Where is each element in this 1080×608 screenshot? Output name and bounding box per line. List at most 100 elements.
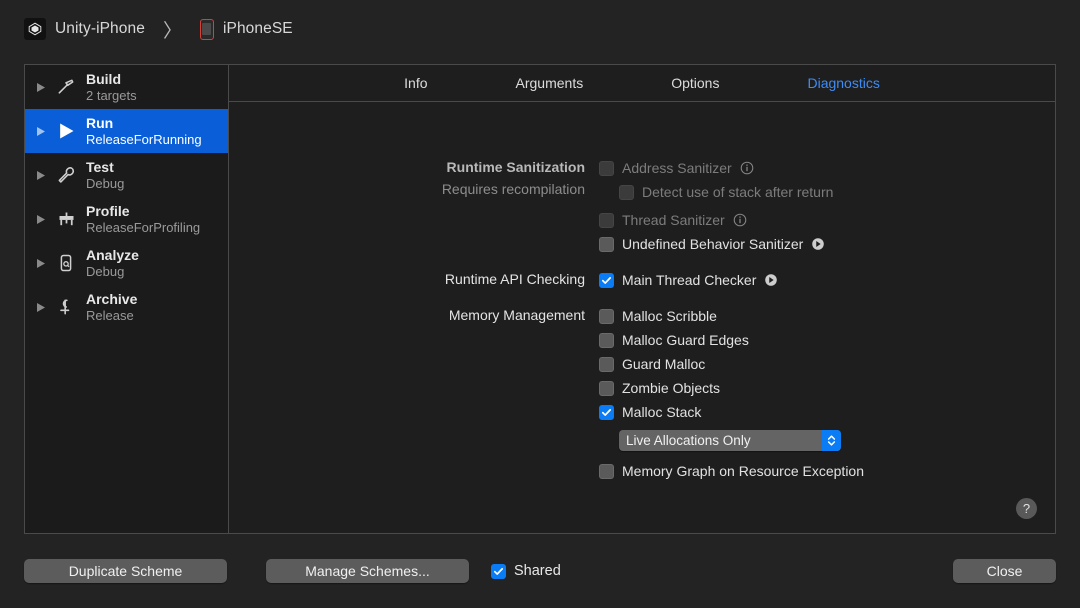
tab-info[interactable]: Info bbox=[360, 75, 471, 91]
sidebar-item-test[interactable]: Test Debug bbox=[25, 153, 228, 197]
scheme-actions-sidebar: Build 2 targets Run ReleaseForRunning bbox=[25, 65, 229, 533]
malloc-stack-mode-select[interactable]: Live Allocations Only bbox=[619, 430, 841, 451]
checkbox-row-main-thread-checker[interactable]: Main Thread Checker bbox=[599, 268, 1055, 292]
checkbox-label: Guard Malloc bbox=[622, 356, 705, 372]
checkbox-detect-stack-use-after-return[interactable] bbox=[619, 185, 634, 200]
checkbox-row-zombie-objects[interactable]: Zombie Objects bbox=[599, 376, 1055, 400]
checkbox-label: Malloc Stack bbox=[622, 404, 701, 420]
runtime-sanitization-row: Runtime Sanitization Requires recompilat… bbox=[229, 156, 1055, 256]
play-icon bbox=[53, 121, 79, 141]
section-gap bbox=[229, 256, 1055, 268]
checkbox-guard-malloc[interactable] bbox=[599, 357, 614, 372]
help-button[interactable]: ? bbox=[1016, 498, 1037, 519]
breadcrumb-separator-icon: 〉 bbox=[163, 16, 182, 43]
sidebar-item-analyze[interactable]: Analyze Debug bbox=[25, 241, 228, 285]
tab-arguments[interactable]: Arguments bbox=[472, 75, 628, 91]
checkbox-label: Memory Graph on Resource Exception bbox=[622, 463, 864, 479]
select-value: Live Allocations Only bbox=[626, 433, 751, 448]
memory-management-label: Memory Management bbox=[229, 304, 599, 326]
runtime-sanitization-label: Runtime Sanitization Requires recompilat… bbox=[229, 156, 599, 200]
checkbox-label: Malloc Guard Edges bbox=[622, 332, 749, 348]
checkbox-row-address-sanitizer[interactable]: Address Sanitizer bbox=[599, 156, 1055, 180]
archive-icon bbox=[53, 297, 79, 317]
runtime-api-checking-label: Runtime API Checking bbox=[229, 268, 599, 290]
checkbox-row-memory-graph-on-resource-exception[interactable]: Memory Graph on Resource Exception bbox=[599, 459, 1055, 483]
memory-management-row: Memory Management Malloc Scribble Malloc… bbox=[229, 304, 1055, 483]
disclosure-triangle-icon[interactable] bbox=[35, 215, 46, 224]
sidebar-item-title: Run bbox=[86, 115, 202, 132]
checkbox-memory-graph-on-resource-exception[interactable] bbox=[599, 464, 614, 479]
checkbox-malloc-stack[interactable] bbox=[599, 405, 614, 420]
breadcrumb-project-label[interactable]: Unity-iPhone bbox=[55, 20, 145, 38]
checkbox-main-thread-checker[interactable] bbox=[599, 273, 614, 288]
unity-logo-icon bbox=[24, 18, 46, 40]
sidebar-item-subtitle: Debug bbox=[86, 264, 139, 279]
sidebar-item-archive[interactable]: Archive Release bbox=[25, 285, 228, 329]
checkbox-row-malloc-stack[interactable]: Malloc Stack bbox=[599, 400, 1055, 424]
tab-bar: Info Arguments Options Diagnostics bbox=[229, 65, 1055, 102]
section-subtitle: Requires recompilation bbox=[229, 178, 585, 200]
checkbox-row-undefined-behavior-sanitizer[interactable]: Undefined Behavior Sanitizer bbox=[599, 232, 1055, 256]
checkbox-shared[interactable] bbox=[491, 564, 506, 579]
sidebar-item-subtitle: Debug bbox=[86, 176, 124, 191]
tab-options[interactable]: Options bbox=[627, 75, 763, 91]
sidebar-item-profile[interactable]: Profile ReleaseForProfiling bbox=[25, 197, 228, 241]
disclosure-triangle-icon[interactable] bbox=[35, 83, 46, 92]
section-gap bbox=[229, 292, 1055, 304]
sidebar-item-title: Build bbox=[86, 71, 137, 88]
chevron-updown-icon[interactable] bbox=[822, 430, 841, 451]
sidebar-item-run[interactable]: Run ReleaseForRunning bbox=[25, 109, 228, 153]
scheme-content-area: Info Arguments Options Diagnostics Runti… bbox=[229, 65, 1055, 533]
checkbox-malloc-guard-edges[interactable] bbox=[599, 333, 614, 348]
disclosure-triangle-icon[interactable] bbox=[35, 171, 46, 180]
checkbox-row-guard-malloc[interactable]: Guard Malloc bbox=[599, 352, 1055, 376]
close-button[interactable]: Close bbox=[953, 559, 1056, 583]
checkbox-malloc-scribble[interactable] bbox=[599, 309, 614, 324]
checkbox-label: Detect use of stack after return bbox=[642, 184, 833, 200]
disclosure-triangle-icon[interactable] bbox=[35, 127, 46, 136]
shared-checkbox-group[interactable]: Shared bbox=[491, 563, 561, 579]
sidebar-item-title: Profile bbox=[86, 203, 200, 220]
manage-schemes-button[interactable]: Manage Schemes... bbox=[266, 559, 469, 583]
disclosure-arrow-icon[interactable] bbox=[764, 273, 778, 287]
checkbox-label: Malloc Scribble bbox=[622, 308, 717, 324]
checkbox-row-thread-sanitizer[interactable]: Thread Sanitizer bbox=[599, 208, 1055, 232]
scheme-editor-panel: Build 2 targets Run ReleaseForRunning bbox=[24, 64, 1056, 534]
checkbox-address-sanitizer[interactable] bbox=[599, 161, 614, 176]
info-icon[interactable] bbox=[733, 213, 747, 227]
sidebar-item-subtitle: Release bbox=[86, 308, 137, 323]
runtime-sanitization-options: Address Sanitizer Detect use of stack af… bbox=[599, 156, 1055, 256]
info-icon[interactable] bbox=[740, 161, 754, 175]
breadcrumb-device-label[interactable]: iPhoneSE bbox=[223, 20, 293, 38]
checkbox-label: Address Sanitizer bbox=[622, 160, 732, 176]
checkbox-row-malloc-guard-edges[interactable]: Malloc Guard Edges bbox=[599, 328, 1055, 352]
iphone-device-icon bbox=[200, 19, 214, 40]
section-title: Runtime Sanitization bbox=[229, 156, 585, 178]
memory-management-options: Malloc Scribble Malloc Guard Edges Guard… bbox=[599, 304, 1055, 483]
checkbox-label: Zombie Objects bbox=[622, 380, 720, 396]
magnifier-icon bbox=[53, 253, 79, 273]
tab-diagnostics[interactable]: Diagnostics bbox=[763, 75, 923, 91]
checkbox-label: Main Thread Checker bbox=[622, 272, 756, 288]
hammer-icon bbox=[53, 77, 79, 97]
sidebar-item-subtitle: ReleaseForRunning bbox=[86, 132, 202, 147]
checkbox-undefined-behavior-sanitizer[interactable] bbox=[599, 237, 614, 252]
section-title: Memory Management bbox=[229, 304, 585, 326]
dialog-bottom-bar: Duplicate Scheme Manage Schemes... Share… bbox=[0, 534, 1080, 608]
section-title: Runtime API Checking bbox=[229, 268, 585, 290]
disclosure-arrow-icon[interactable] bbox=[811, 237, 825, 251]
sidebar-item-build[interactable]: Build 2 targets bbox=[25, 65, 228, 109]
sidebar-item-title: Analyze bbox=[86, 247, 139, 264]
runtime-api-checking-options: Main Thread Checker bbox=[599, 268, 1055, 292]
disclosure-triangle-icon[interactable] bbox=[35, 259, 46, 268]
checkbox-row-malloc-scribble[interactable]: Malloc Scribble bbox=[599, 304, 1055, 328]
sidebar-item-title: Archive bbox=[86, 291, 137, 308]
disclosure-triangle-icon[interactable] bbox=[35, 303, 46, 312]
checkbox-zombie-objects[interactable] bbox=[599, 381, 614, 396]
duplicate-scheme-button[interactable]: Duplicate Scheme bbox=[24, 559, 227, 583]
shared-label: Shared bbox=[514, 563, 561, 579]
wrench-icon bbox=[53, 165, 79, 185]
breadcrumb: Unity-iPhone 〉 iPhoneSE bbox=[24, 16, 293, 43]
checkbox-thread-sanitizer[interactable] bbox=[599, 213, 614, 228]
checkbox-row-detect-stack-use-after-return[interactable]: Detect use of stack after return bbox=[599, 180, 1055, 204]
